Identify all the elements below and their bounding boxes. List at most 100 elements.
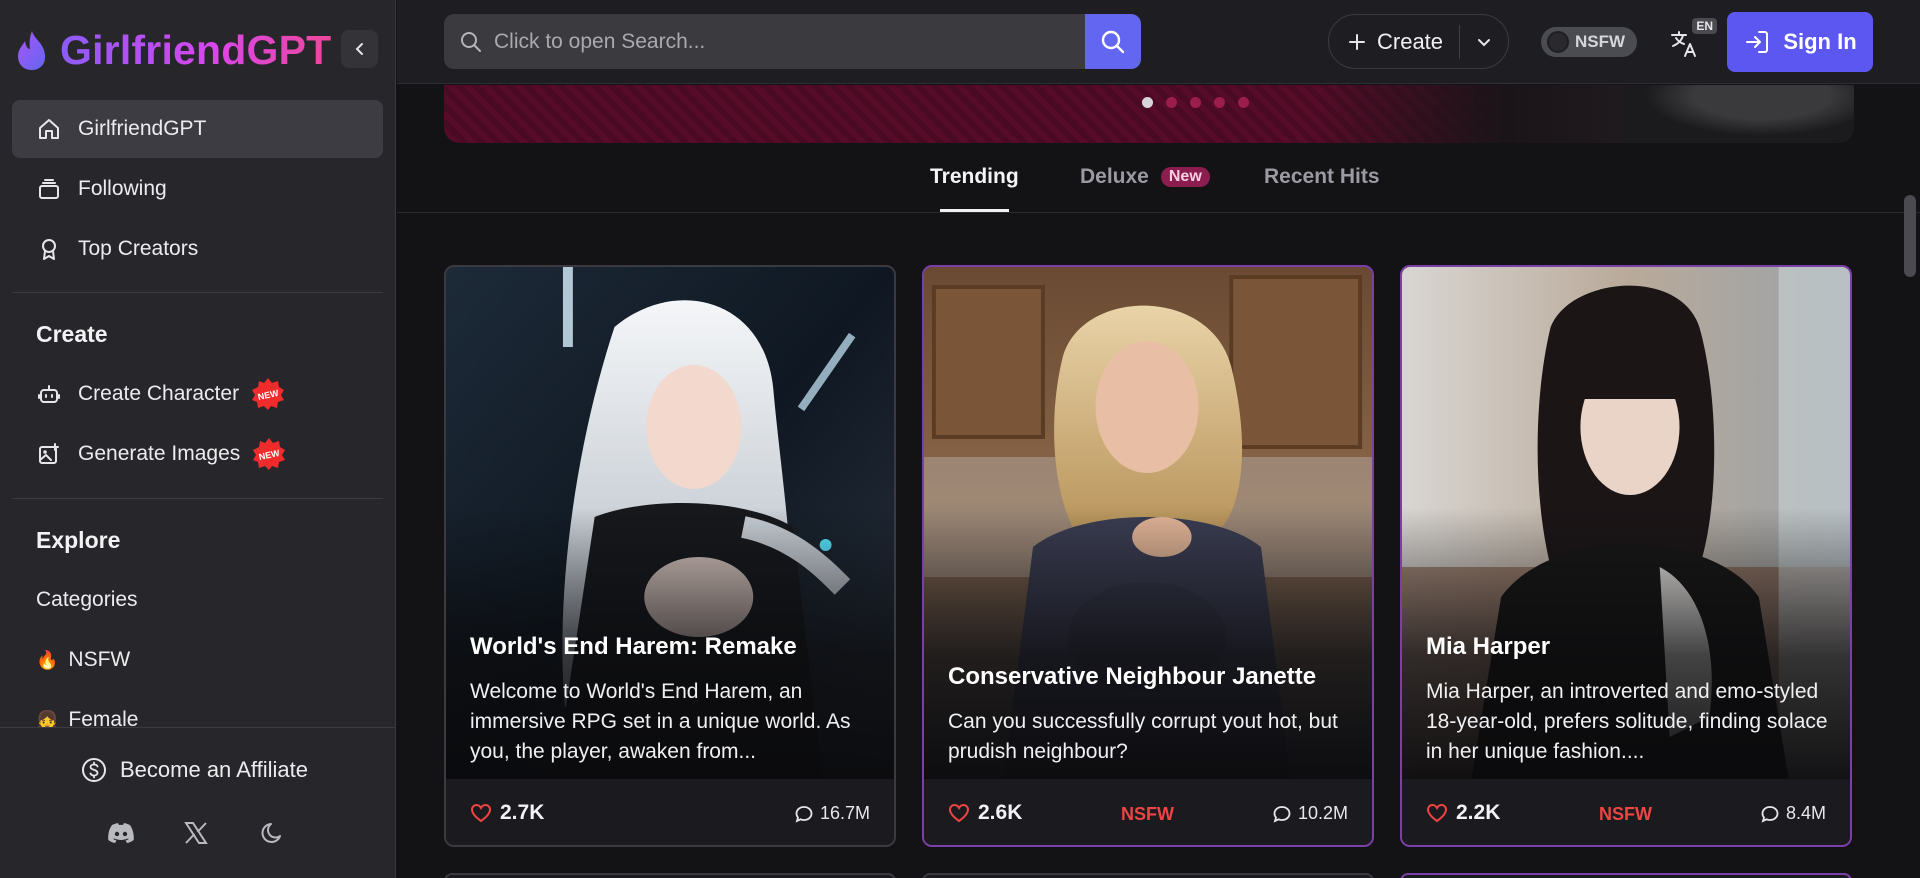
search-icon (1101, 30, 1125, 53)
chevron-down-icon (1478, 38, 1490, 46)
feed-tabs: Trending Deluxe New Recent Hits (397, 141, 1920, 213)
sign-in-button[interactable]: Sign In (1727, 12, 1873, 72)
character-card[interactable]: Conservative Neighbour Janette Can you s… (922, 265, 1374, 847)
like-button[interactable]: 2.7K (470, 801, 544, 825)
dollar-circle-icon (82, 758, 106, 782)
card-title: Conservative Neighbour Janette (948, 663, 1317, 690)
sidebar-item-nsfw[interactable]: 🔥 NSFW (36, 648, 130, 672)
sidebar-item-label: Create Character (78, 382, 240, 405)
plus-icon (1349, 33, 1365, 50)
carousel-dot[interactable] (1166, 97, 1177, 108)
sidebar-item-label: Following (78, 177, 167, 200)
main-content: Trending Deluxe New Recent Hits World's … (397, 85, 1920, 878)
chevron-left-icon (355, 43, 363, 55)
sidebar-item-create-character[interactable]: Create Character NEW (12, 365, 383, 423)
create-dropdown-button[interactable] (1460, 15, 1508, 68)
create-button[interactable]: Create (1329, 15, 1459, 68)
sidebar-item-label: Top Creators (78, 237, 199, 260)
message-count-value: 10.2M (1297, 803, 1348, 823)
sidebar-item-label: Generate Images (78, 442, 241, 465)
sign-in-icon (1746, 31, 1769, 53)
toggle-knob (1547, 31, 1569, 53)
x-twitter-icon[interactable] (181, 818, 211, 848)
like-button[interactable]: 2.6K (948, 801, 1022, 825)
sidebar-item-label: NSFW (68, 648, 131, 671)
create-section-title: Create (36, 321, 108, 347)
character-card[interactable]: Mia Harper Mia Harper, an introverted an… (1400, 265, 1852, 847)
stack-icon (36, 176, 62, 202)
tab-deluxe[interactable]: Deluxe New (1080, 165, 1210, 189)
card-title: World's End Harem: Remake (470, 633, 797, 660)
promo-banner[interactable] (444, 85, 1854, 143)
home-icon (36, 116, 62, 142)
scrollbar-thumb[interactable] (1904, 195, 1916, 277)
collapse-sidebar-button[interactable] (341, 30, 378, 68)
top-bar: Click to open Search... Create NSFW EN S… (397, 0, 1920, 84)
nsfw-toggle[interactable]: NSFW (1541, 27, 1637, 57)
new-tag: New (1160, 167, 1210, 187)
discord-icon[interactable] (106, 818, 136, 848)
explore-section-title: Explore (36, 527, 121, 553)
affiliate-label: Become an Affiliate (120, 757, 308, 782)
next-row-card[interactable] (444, 873, 896, 878)
brand-name: GirlfriendGPT (60, 26, 332, 73)
carousel-dot[interactable] (1142, 97, 1153, 108)
active-tab-indicator (940, 209, 1009, 212)
tab-recent-hits[interactable]: Recent Hits (1264, 165, 1380, 189)
image-plus-icon (36, 441, 62, 467)
flame-icon (18, 31, 46, 70)
message-count: 8.4M (1760, 803, 1826, 824)
tab-trending[interactable]: Trending (930, 165, 1019, 189)
card-description: Mia Harper, an introverted and emo-style… (1426, 680, 1828, 763)
carousel-dot[interactable] (1238, 97, 1249, 108)
heart-icon (470, 803, 492, 823)
search-button[interactable] (1085, 14, 1141, 69)
tab-label: Trending (930, 165, 1019, 188)
card-stats: 2.6K NSFW 10.2M (924, 779, 1372, 845)
heart-icon (1426, 803, 1448, 823)
like-button[interactable]: 2.2K (1426, 801, 1500, 825)
language-switcher[interactable]: EN (1669, 18, 1717, 62)
carousel-dots (1142, 97, 1262, 108)
sidebar-item-categories[interactable]: Categories (36, 588, 138, 612)
tab-label: Recent Hits (1264, 165, 1380, 188)
bot-icon (36, 381, 62, 407)
create-label: Create (1377, 28, 1444, 54)
nsfw-tag: NSFW (1599, 804, 1652, 824)
banner-image (1624, 85, 1854, 143)
card-stats: 2.2K NSFW 8.4M (1402, 779, 1850, 845)
app-root: GirlfriendGPT GirlfriendGPT Following To… (0, 0, 1920, 878)
search-bar[interactable]: Click to open Search... (444, 14, 1141, 69)
fire-icon: 🔥 (36, 649, 59, 670)
sidebar-divider (12, 498, 383, 499)
like-count: 2.7K (500, 801, 545, 824)
sidebar-divider (12, 292, 383, 293)
become-affiliate-link[interactable]: Become an Affiliate (80, 756, 308, 784)
new-badge-icon: NEW (252, 378, 285, 410)
chat-bubble-icon (1761, 805, 1779, 823)
sidebar-item-following[interactable]: Following (12, 160, 383, 218)
like-count: 2.2K (1456, 801, 1501, 824)
sign-in-label: Sign In (1783, 29, 1857, 54)
nsfw-tag: NSFW (1121, 804, 1174, 824)
message-count-value: 16.7M (819, 803, 870, 823)
sidebar-item-label: Categories (36, 588, 138, 611)
carousel-dot[interactable] (1190, 97, 1201, 108)
card-description: Can you successfully corrupt yout hot, b… (948, 710, 1338, 763)
carousel-dot[interactable] (1214, 97, 1225, 108)
nsfw-toggle-label: NSFW (1575, 32, 1626, 51)
sidebar-item-top-creators[interactable]: Top Creators (12, 220, 383, 278)
next-row-card[interactable] (922, 873, 1374, 878)
moon-icon[interactable] (258, 818, 288, 848)
chat-bubble-icon (1273, 805, 1291, 823)
chat-bubble-icon (795, 805, 813, 823)
character-card[interactable]: World's End Harem: Remake Welcome to Wor… (444, 265, 896, 847)
card-description: Welcome to World's End Harem, an immersi… (470, 680, 851, 763)
tab-label: Deluxe (1080, 165, 1149, 188)
sidebar: GirlfriendGPT GirlfriendGPT Following To… (0, 0, 396, 878)
language-code: EN (1692, 18, 1717, 34)
next-row-card[interactable] (1400, 873, 1852, 878)
brand-logo[interactable]: GirlfriendGPT (14, 26, 331, 74)
sidebar-item-home[interactable]: GirlfriendGPT (12, 100, 383, 158)
sidebar-item-generate-images[interactable]: Generate Images NEW (12, 425, 383, 483)
